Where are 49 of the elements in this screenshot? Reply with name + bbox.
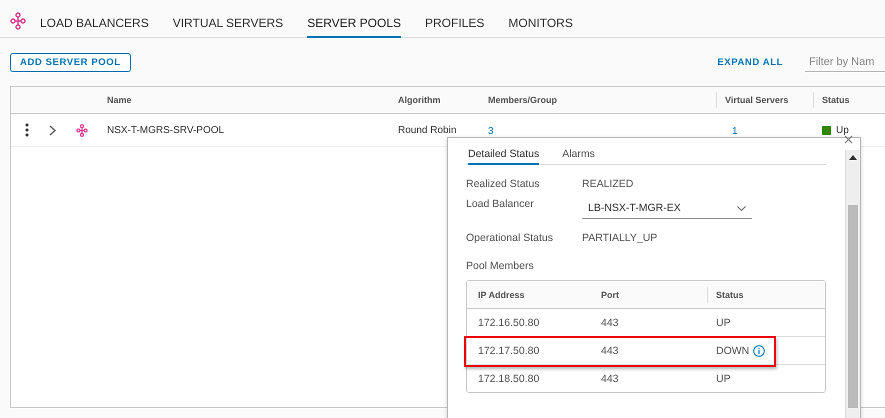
field-label: Operational Status — [466, 232, 554, 244]
field-label: Load Balancer — [466, 197, 535, 210]
expand-all-link[interactable]: EXPAND ALL — [717, 56, 783, 68]
network-icon — [10, 12, 26, 30]
table-cell-text: Round Robin — [398, 124, 458, 136]
popup-tab[interactable]: Alarms — [562, 144, 595, 165]
status-text: Up — [836, 124, 849, 136]
filter-field[interactable]: Filter by Nam — [805, 52, 885, 72]
members-link[interactable]: 3 — [488, 126, 494, 137]
load-balancer-select[interactable]: LB-NSX-T-MGR-EX — [582, 196, 752, 219]
column-header: IP Address — [477, 290, 526, 300]
caret-icon — [737, 206, 746, 210]
close-icon[interactable] — [844, 135, 853, 144]
section-title: Pool Members — [466, 260, 535, 272]
table-cell-text: 443 — [600, 316, 620, 328]
add-server-pool-button[interactable]: ADD SERVER POOL — [10, 52, 131, 72]
column-header: Status — [707, 286, 825, 302]
table-cell-text: 172.16.50.80 — [477, 316, 540, 328]
field-value: PARTIALLY_UP — [582, 232, 658, 244]
scrollbar[interactable] — [845, 150, 860, 418]
table-cell-text: NSX-T-MGRS-SRV-POOL — [107, 124, 226, 136]
table-cell-text: 172.18.50.80 — [477, 372, 540, 384]
column-header: Algorithm — [398, 95, 442, 105]
column-header: Status — [813, 92, 885, 108]
virtual-servers-link[interactable]: 1 — [732, 126, 738, 137]
nav-tab[interactable]: LOAD BALANCERS — [40, 16, 149, 38]
up-arrow-icon[interactable] — [849, 155, 857, 160]
nav-tab[interactable]: VIRTUAL SERVERS — [172, 16, 284, 38]
nav-tab[interactable]: MONITORS — [508, 16, 573, 38]
column-header: Members/Group — [488, 95, 558, 105]
popup-tab[interactable]: Detailed Status — [468, 144, 540, 165]
more-icon[interactable] — [25, 123, 29, 137]
chevron-right-icon[interactable] — [49, 124, 56, 136]
field-value: REALIZED — [582, 178, 634, 190]
scroll-thumb[interactable] — [848, 205, 858, 408]
network-icon — [76, 124, 88, 136]
table-cell-text: 172.17.50.80 — [477, 344, 540, 356]
column-header: Port — [600, 290, 620, 300]
table-cell: UP — [716, 316, 731, 328]
column-header: Name — [107, 95, 133, 105]
field-label: Realized Status — [466, 178, 541, 190]
table-cell-text: 443 — [600, 372, 620, 384]
column-header: Virtual Servers — [716, 92, 813, 108]
nav-tab[interactable]: SERVER POOLS — [307, 16, 402, 38]
table-cell: UP — [716, 372, 731, 384]
info-icon[interactable] — [753, 344, 766, 356]
nav-tab[interactable]: PROFILES — [425, 16, 484, 38]
table-cell-text: 443 — [600, 344, 620, 356]
table-cell: DOWN — [716, 344, 750, 356]
